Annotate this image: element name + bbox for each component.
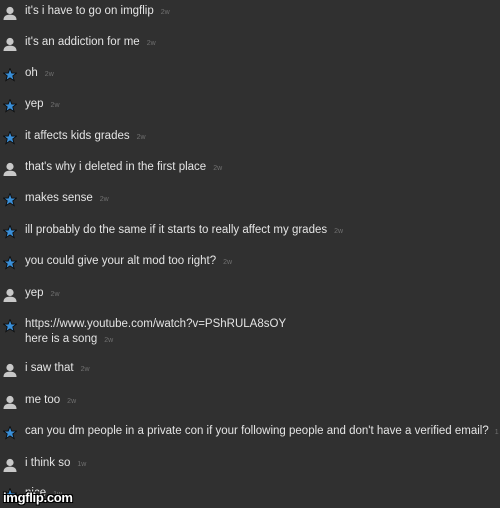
user-avatar-icon[interactable]: [3, 288, 17, 302]
message-timestamp: 2w: [50, 102, 60, 109]
chat-message: nice 1w: [0, 486, 500, 508]
message-text-container: https://www.youtube.com/watch?v=PShRULA8…: [25, 317, 286, 348]
chat-message: https://www.youtube.com/watch?v=PShRULA8…: [0, 317, 500, 349]
message-text-container: oh 2w: [25, 66, 54, 82]
message-timestamp: 2w: [223, 259, 233, 266]
chat-message: makes sense 2w: [0, 191, 500, 213]
chat-message: it's i have to go on imgflip 2w: [0, 4, 500, 26]
message-text: it affects kids grades: [25, 130, 130, 142]
message-text-container: you could give your alt mod too right? 2w: [25, 254, 232, 270]
message-text: yep: [25, 98, 44, 110]
message-timestamp: 2w: [104, 337, 114, 344]
mod-star-icon[interactable]: [3, 131, 17, 145]
message-text: me too: [25, 394, 61, 406]
message-timestamp: 2w: [50, 291, 60, 298]
mod-star-icon[interactable]: [3, 99, 17, 113]
message-text-container: yep 2w: [25, 286, 60, 302]
user-avatar-icon[interactable]: [3, 37, 17, 51]
message-text: it's an addiction for me: [25, 36, 140, 48]
message-timestamp: 2w: [136, 134, 146, 141]
message-link[interactable]: https://www.youtube.com/watch?v=PShRULA8…: [25, 317, 286, 332]
message-text: that's why i deleted in the first place: [25, 161, 207, 173]
message-text: it's i have to go on imgflip: [25, 5, 154, 17]
message-text-container: can you dm people in a private con if yo…: [25, 424, 499, 440]
message-timestamp: 2w: [99, 196, 109, 203]
chat-message: ill probably do the same if it starts to…: [0, 223, 500, 245]
message-text: oh: [25, 67, 38, 79]
chat-message: me too 2w: [0, 393, 500, 415]
chat-message: it affects kids grades 2w: [0, 129, 500, 151]
message-text-container: ill probably do the same if it starts to…: [25, 223, 343, 239]
chat-message-list: it's i have to go on imgflip 2w it's an a…: [0, 0, 500, 506]
mod-star-icon[interactable]: [3, 193, 17, 207]
user-avatar-icon[interactable]: [3, 6, 17, 20]
mod-star-icon[interactable]: [3, 225, 17, 239]
message-timestamp: 2w: [67, 398, 77, 405]
message-text-container: that's why i deleted in the first place 2…: [25, 160, 222, 176]
chat-message: you could give your alt mod too right? 2w: [0, 254, 500, 276]
message-timestamp: 2w: [80, 366, 90, 373]
mod-star-icon[interactable]: [3, 319, 17, 333]
message-text: ill probably do the same if it starts to…: [25, 224, 328, 236]
message-timestamp: 2w: [44, 71, 54, 78]
mod-star-icon[interactable]: [3, 256, 17, 270]
chat-message: it's an addiction for me 2w: [0, 35, 500, 57]
message-text-container: it's i have to go on imgflip 2w: [25, 4, 170, 20]
message-text-container: makes sense 2w: [25, 191, 109, 207]
message-timestamp: 2w: [146, 40, 156, 47]
message-text: can you dm people in a private con if yo…: [25, 425, 489, 437]
chat-message: that's why i deleted in the first place 2…: [0, 160, 500, 182]
imgflip-watermark: imgflip.com: [3, 490, 73, 505]
user-avatar-icon[interactable]: [3, 395, 17, 409]
message-text: i saw that: [25, 362, 74, 374]
message-timestamp: 1w: [77, 461, 87, 468]
message-text: here is a song: [25, 333, 98, 345]
message-text-container: me too 2w: [25, 393, 76, 409]
user-avatar-icon[interactable]: [3, 162, 17, 176]
mod-star-icon[interactable]: [3, 426, 17, 440]
message-text: yep: [25, 287, 44, 299]
message-timestamp: 1: [494, 429, 499, 436]
message-text-container: it affects kids grades 2w: [25, 129, 146, 145]
user-avatar-icon[interactable]: [3, 363, 17, 377]
message-timestamp: 2w: [213, 165, 223, 172]
chat-message: oh 2w: [0, 66, 500, 88]
user-avatar-icon[interactable]: [3, 458, 17, 472]
message-text-container: i saw that 2w: [25, 361, 90, 377]
message-text: you could give your alt mod too right?: [25, 255, 217, 267]
message-timestamp: 2w: [160, 9, 170, 16]
message-text-container: yep 2w: [25, 97, 60, 113]
chat-message: i saw that 2w: [0, 361, 500, 383]
chat-message: yep 2w: [0, 97, 500, 119]
mod-star-icon[interactable]: [3, 68, 17, 82]
message-text: makes sense: [25, 192, 93, 204]
chat-message: i think so 1w: [0, 456, 500, 478]
chat-message: can you dm people in a private con if yo…: [0, 424, 500, 446]
message-text-container: i think so 1w: [25, 456, 86, 472]
message-text-container: it's an addiction for me 2w: [25, 35, 156, 51]
chat-message: yep 2w: [0, 286, 500, 308]
message-text: i think so: [25, 457, 71, 469]
message-timestamp: 2w: [334, 228, 344, 235]
